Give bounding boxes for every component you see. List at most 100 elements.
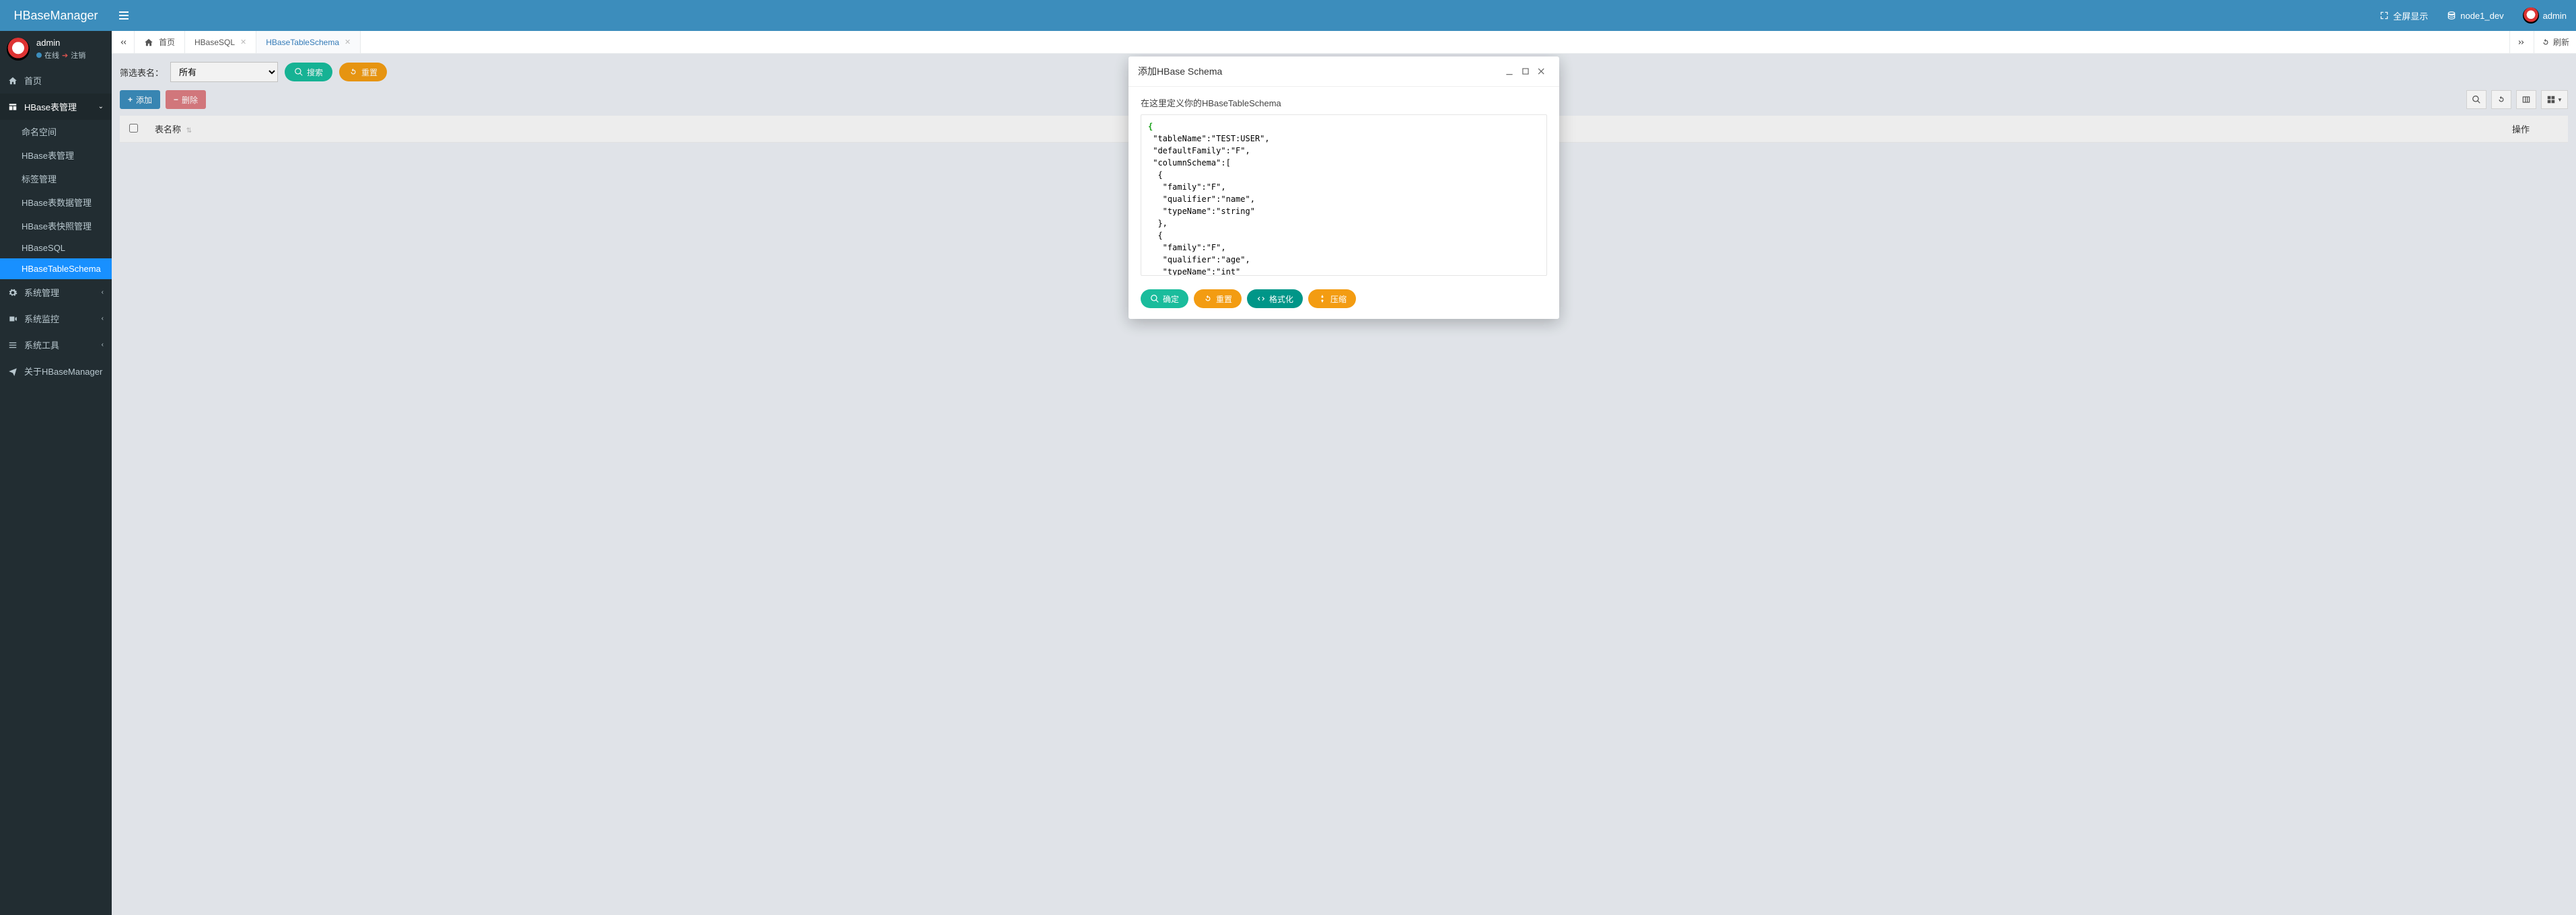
tab-0[interactable]: 首页 [135, 31, 185, 53]
content-area: 首页 HBaseSQL ✕ HBaseTableSchema ✕ 刷新 筛选表名： 所有… [112, 31, 2576, 915]
compress-icon [1318, 294, 1327, 303]
user-panel-avatar [7, 38, 30, 61]
fullscreen-label: 全屏显示 [2393, 9, 2428, 22]
tab-2[interactable]: HBaseTableSchema ✕ [256, 31, 361, 53]
chevron-double-right-icon [2517, 38, 2526, 47]
sidebar-item-1[interactable]: HBase表管理 ⌄ [0, 94, 112, 120]
modal-compress-label: 压缩 [1330, 293, 1347, 305]
modal-format-label: 格式化 [1269, 293, 1293, 305]
user-panel: admin 在线 ➔ 注销 [0, 31, 112, 67]
tab-bar: 首页 HBaseSQL ✕ HBaseTableSchema ✕ 刷新 [112, 31, 2576, 54]
sidebar-item-label: 系统监控 [24, 312, 59, 325]
sidebar-item-5[interactable]: 关于HBaseManager [0, 358, 112, 384]
sidebar-subitem-1-1[interactable]: HBase表管理 [0, 143, 112, 167]
online-dot-icon [36, 52, 42, 58]
user-avatar-icon [2523, 7, 2539, 24]
user-panel-info: admin 在线 ➔ 注销 [36, 38, 85, 61]
maximize-icon [1521, 67, 1530, 76]
tab-label: HBaseSQL [194, 38, 235, 47]
bars-icon [8, 340, 17, 350]
modal-ok-button[interactable]: 确定 [1141, 289, 1188, 308]
sidebar-subitem-1-0[interactable]: 命名空间 [0, 120, 112, 143]
tab-refresh-label: 刷新 [2553, 36, 2569, 48]
close-icon [1537, 67, 1546, 76]
logout-link[interactable]: 注销 [71, 50, 85, 61]
tab-refresh[interactable]: 刷新 [2534, 31, 2576, 53]
user-status: 在线 ➔ 注销 [36, 50, 85, 61]
sidebar-item-label: 系统管理 [24, 286, 59, 299]
sidebar-item-label: 系统工具 [24, 338, 59, 351]
modal-maximize-button[interactable] [1517, 63, 1534, 79]
refresh-icon [2541, 38, 2550, 47]
modal-reset-label: 重置 [1216, 293, 1232, 305]
app-logo[interactable]: HBaseManager [0, 0, 112, 31]
sidebar-item-label: 关于HBaseManager [24, 365, 102, 377]
modal-minimize-button[interactable] [1501, 63, 1517, 79]
modal-description: 在这里定义你的HBaseTableSchema [1141, 96, 1547, 109]
tab-close-button[interactable]: ✕ [345, 38, 351, 46]
modal-actions: 确定 重置 格式化 压缩 [1129, 283, 1559, 319]
tabs-host: 首页 HBaseSQL ✕ HBaseTableSchema ✕ [135, 31, 361, 53]
sidebar: admin 在线 ➔ 注销 首页HBase表管理⌄命名空间HBase表管理标签管… [0, 31, 112, 915]
modal-body: 在这里定义你的HBaseTableSchema { "tableName":"T… [1129, 87, 1559, 283]
home-icon [144, 38, 153, 47]
chevron-double-left-icon [118, 38, 128, 47]
tab-label: HBaseTableSchema [266, 38, 339, 47]
tab-1[interactable]: HBaseSQL ✕ [185, 31, 256, 53]
page-body: 筛选表名： 所有 搜索 重置 + 添加 − 删除 [112, 54, 2576, 915]
tab-close-button[interactable]: ✕ [240, 38, 246, 46]
code-icon [1256, 294, 1266, 303]
search-icon [1150, 294, 1159, 303]
logout-arrow-icon: ➔ [62, 51, 68, 60]
sidebar-subitem-1-4[interactable]: HBase表快照管理 [0, 214, 112, 237]
sidebar-menu: 首页HBase表管理⌄命名空间HBase表管理标签管理HBase表数据管理HBa… [0, 67, 112, 384]
modal-reset-button[interactable]: 重置 [1194, 289, 1242, 308]
sidebar-subitem-1-2[interactable]: 标签管理 [0, 167, 112, 190]
tab-history-back[interactable] [112, 31, 135, 53]
sidebar-item-0[interactable]: 首页 [0, 67, 112, 94]
sidebar-item-label: 首页 [24, 74, 42, 87]
modal-compress-button[interactable]: 压缩 [1308, 289, 1356, 308]
header-right: 全屏显示 node1_dev admin [2370, 0, 2576, 31]
user-name-label: admin [2543, 11, 2567, 21]
chevron-down-icon: ⌄ [98, 103, 104, 110]
online-label: 在线 [44, 50, 59, 61]
node-label: node1_dev [2460, 11, 2503, 21]
node-selector[interactable]: node1_dev [2437, 0, 2513, 31]
sidebar-item-label: HBase表管理 [24, 100, 77, 113]
modal-ok-label: 确定 [1163, 293, 1179, 305]
gear-icon [8, 288, 17, 297]
minimize-icon [1505, 67, 1514, 76]
chevron-left-icon: ‹ [102, 315, 104, 322]
fullscreen-toggle[interactable]: 全屏显示 [2370, 0, 2437, 31]
home-icon [8, 76, 17, 85]
sidebar-item-4[interactable]: 系统工具 ‹ [0, 332, 112, 358]
table-icon [8, 102, 17, 112]
sidebar-subitem-1-6[interactable]: HBaseTableSchema [0, 258, 112, 279]
sidebar-subitem-1-3[interactable]: HBase表数据管理 [0, 190, 112, 214]
sidebar-subitem-1-5[interactable]: HBaseSQL [0, 237, 112, 258]
sidebar-item-3[interactable]: 系统监控 ‹ [0, 305, 112, 332]
schema-code-editor[interactable]: { "tableName":"TEST:USER", "defaultFamil… [1141, 114, 1547, 276]
camera-icon [8, 314, 17, 324]
modal-title: 添加HBase Schema [1138, 65, 1222, 78]
top-header: HBaseManager 全屏显示 node1_dev admin [0, 0, 2576, 31]
tab-label: 首页 [159, 36, 175, 48]
hamburger-icon [119, 15, 129, 16]
modal-header[interactable]: 添加HBase Schema [1129, 57, 1559, 87]
plane-icon [8, 367, 17, 376]
database-icon [2447, 11, 2456, 20]
reset-icon [1203, 294, 1213, 303]
user-menu[interactable]: admin [2513, 0, 2576, 31]
sidebar-item-2[interactable]: 系统管理 ‹ [0, 279, 112, 305]
fullscreen-icon [2380, 11, 2389, 20]
chevron-left-icon: ‹ [102, 289, 104, 296]
tab-history-forward[interactable] [2509, 31, 2534, 53]
modal-close-button[interactable] [1534, 63, 1550, 79]
add-schema-modal: 添加HBase Schema 在这里定义你的HBaseTableSchema {… [1129, 57, 1559, 319]
sidebar-toggle[interactable] [112, 0, 136, 31]
modal-format-button[interactable]: 格式化 [1247, 289, 1303, 308]
user-panel-name: admin [36, 38, 85, 48]
chevron-left-icon: ‹ [102, 341, 104, 349]
modal-mask: 添加HBase Schema 在这里定义你的HBaseTableSchema {… [112, 54, 2576, 915]
